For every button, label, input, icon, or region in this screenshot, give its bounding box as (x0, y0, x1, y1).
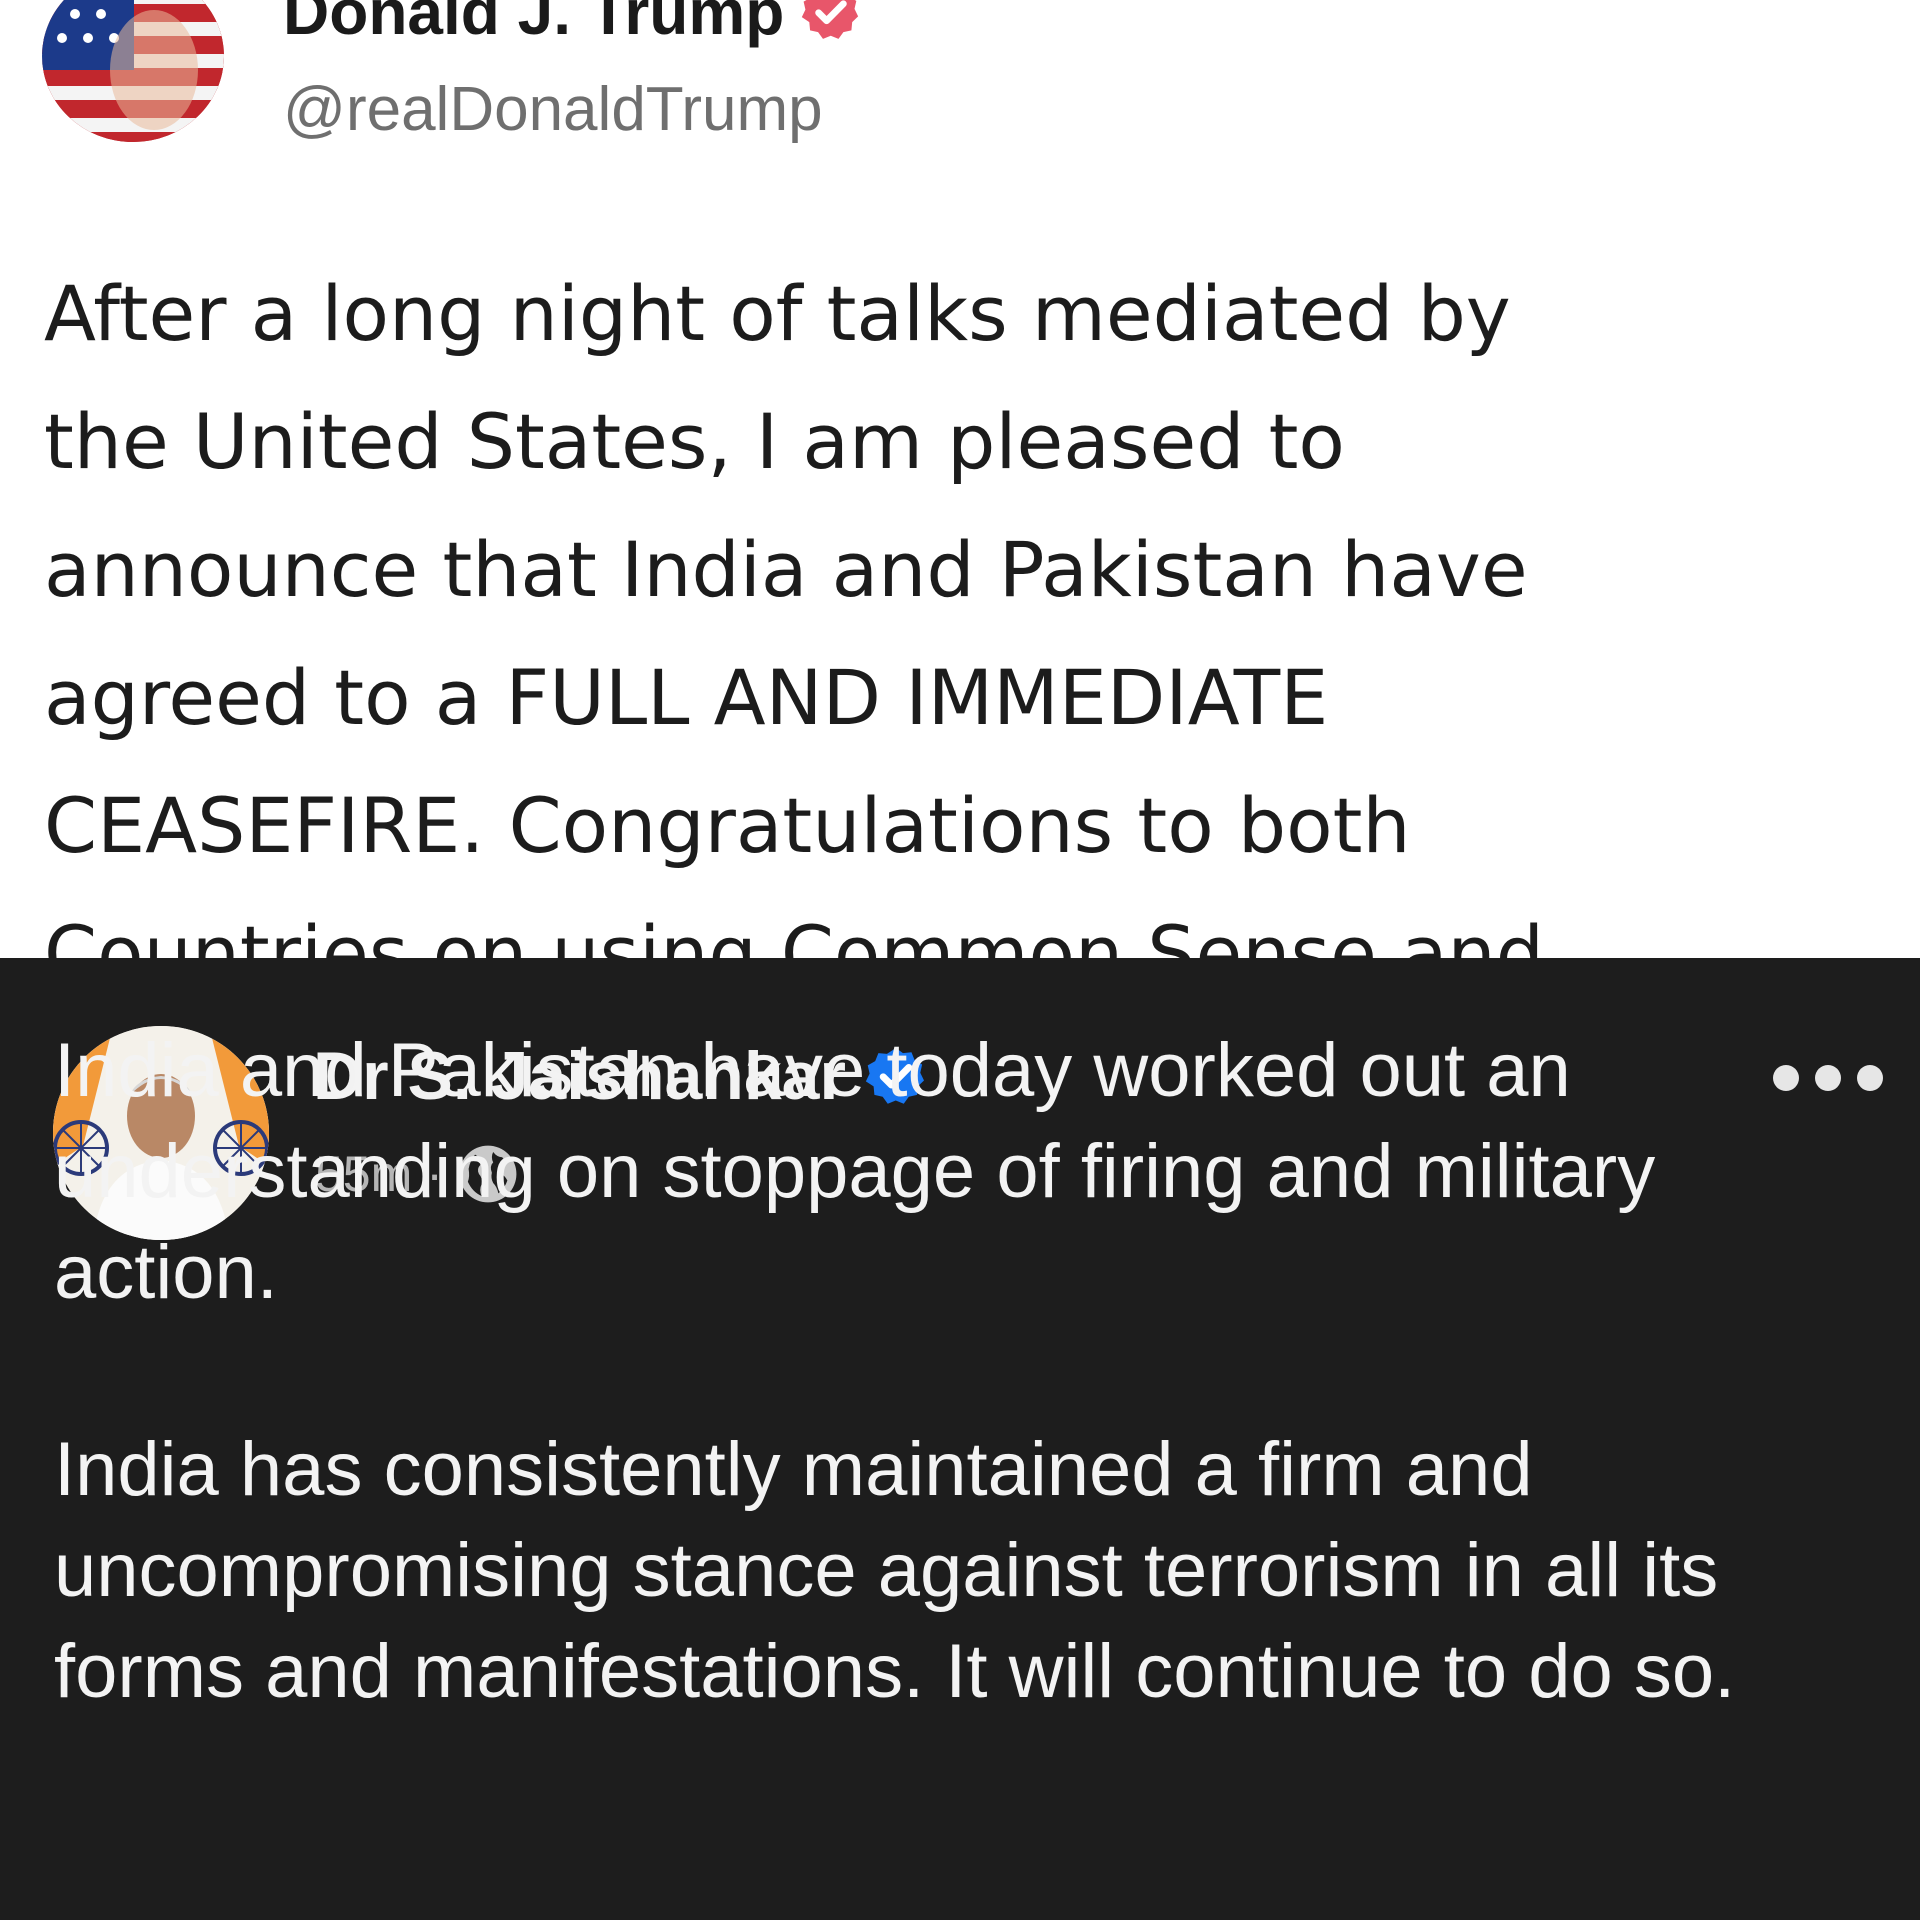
post-text-line: India and Pakistan have today worked out… (54, 1028, 1571, 1113)
post-text-line: the United States, I am pleased to (44, 397, 1345, 486)
post-text: After a long night of talks mediated by … (44, 250, 1904, 958)
author-name[interactable]: Donald J. Trump (283, 0, 784, 49)
post-text-line: CEASEFIRE. Congratulations to both (44, 781, 1411, 870)
post-text-line: India has consistently maintained a firm… (54, 1427, 1533, 1512)
post-text-line: Countries on using Common Sense and (44, 909, 1544, 958)
verified-badge-icon (802, 0, 859, 39)
post-text-line: forms and manifestations. It will contin… (54, 1629, 1736, 1714)
trump-avatar[interactable] (42, 0, 224, 142)
post-text-line: action. (54, 1230, 278, 1315)
post-text-line: agreed to a FULL AND IMMEDIATE (44, 653, 1329, 742)
trump-name-row: Donald J. Trump (283, 0, 862, 52)
post-text-line: After a long night of talks mediated by (44, 269, 1511, 358)
trump-post: Donald J. Trump @realDonaldTrump After a… (0, 0, 1920, 958)
author-handle[interactable]: @realDonaldTrump (283, 74, 823, 145)
flag-face-avatar-image (42, 0, 224, 142)
post-text-line: understanding on stoppage of firing and … (54, 1129, 1656, 1214)
post-text-line: uncompromising stance against terrorism … (54, 1528, 1719, 1613)
post-text-line: announce that India and Pakistan have (44, 525, 1528, 614)
post-paragraph-1: India and Pakistan have today worked out… (54, 1020, 1904, 1323)
post-paragraph-2: India has consistently maintained a firm… (54, 1419, 1904, 1722)
post-text: India and Pakistan have today worked out… (54, 1020, 1904, 1722)
